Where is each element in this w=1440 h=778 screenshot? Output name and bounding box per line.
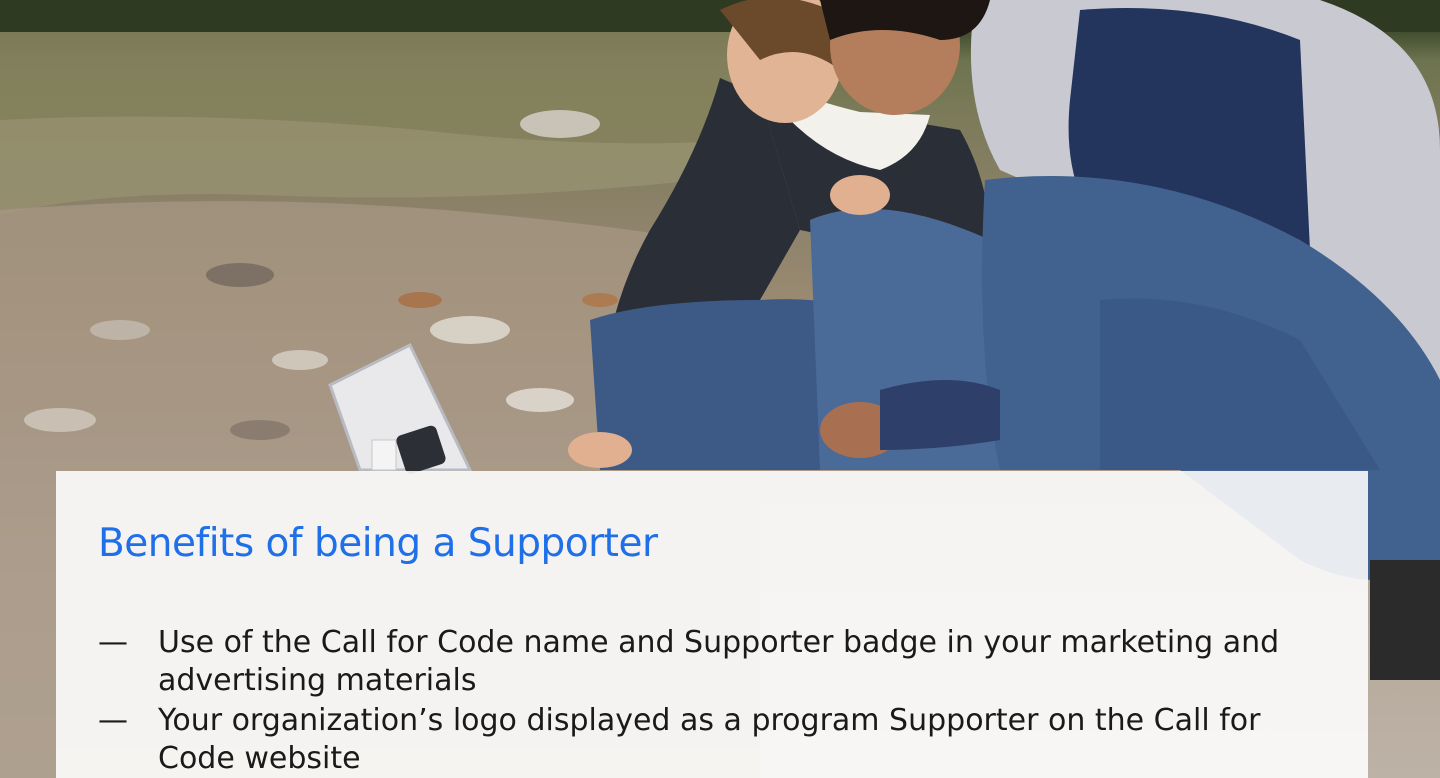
leaf [582, 293, 618, 307]
pebble [230, 420, 290, 440]
bullet-dash: — [98, 625, 128, 660]
leaf [398, 292, 442, 308]
pebble [206, 263, 274, 287]
pebble [90, 320, 150, 340]
benefits-list: — Use of the Call for Code name and Supp… [98, 624, 1318, 778]
benefit-text: Your organization’s logo displayed as a … [158, 703, 1261, 776]
benefits-card: Benefits of being a Supporter — Use of t… [56, 471, 1368, 778]
benefit-text: Use of the Call for Code name and Suppor… [158, 625, 1280, 698]
benefit-item: — Use of the Call for Code name and Supp… [98, 624, 1318, 700]
pebble [272, 350, 328, 370]
pebble [506, 388, 574, 412]
river-stone [520, 110, 600, 138]
card-title: Benefits of being a Supporter [98, 521, 658, 566]
pebble [430, 316, 510, 344]
slide: Benefits of being a Supporter — Use of t… [0, 0, 1440, 778]
pebble [24, 408, 96, 432]
benefit-item: — Your organization’s logo displayed as … [98, 702, 1318, 778]
bullet-dash: — [98, 703, 128, 738]
